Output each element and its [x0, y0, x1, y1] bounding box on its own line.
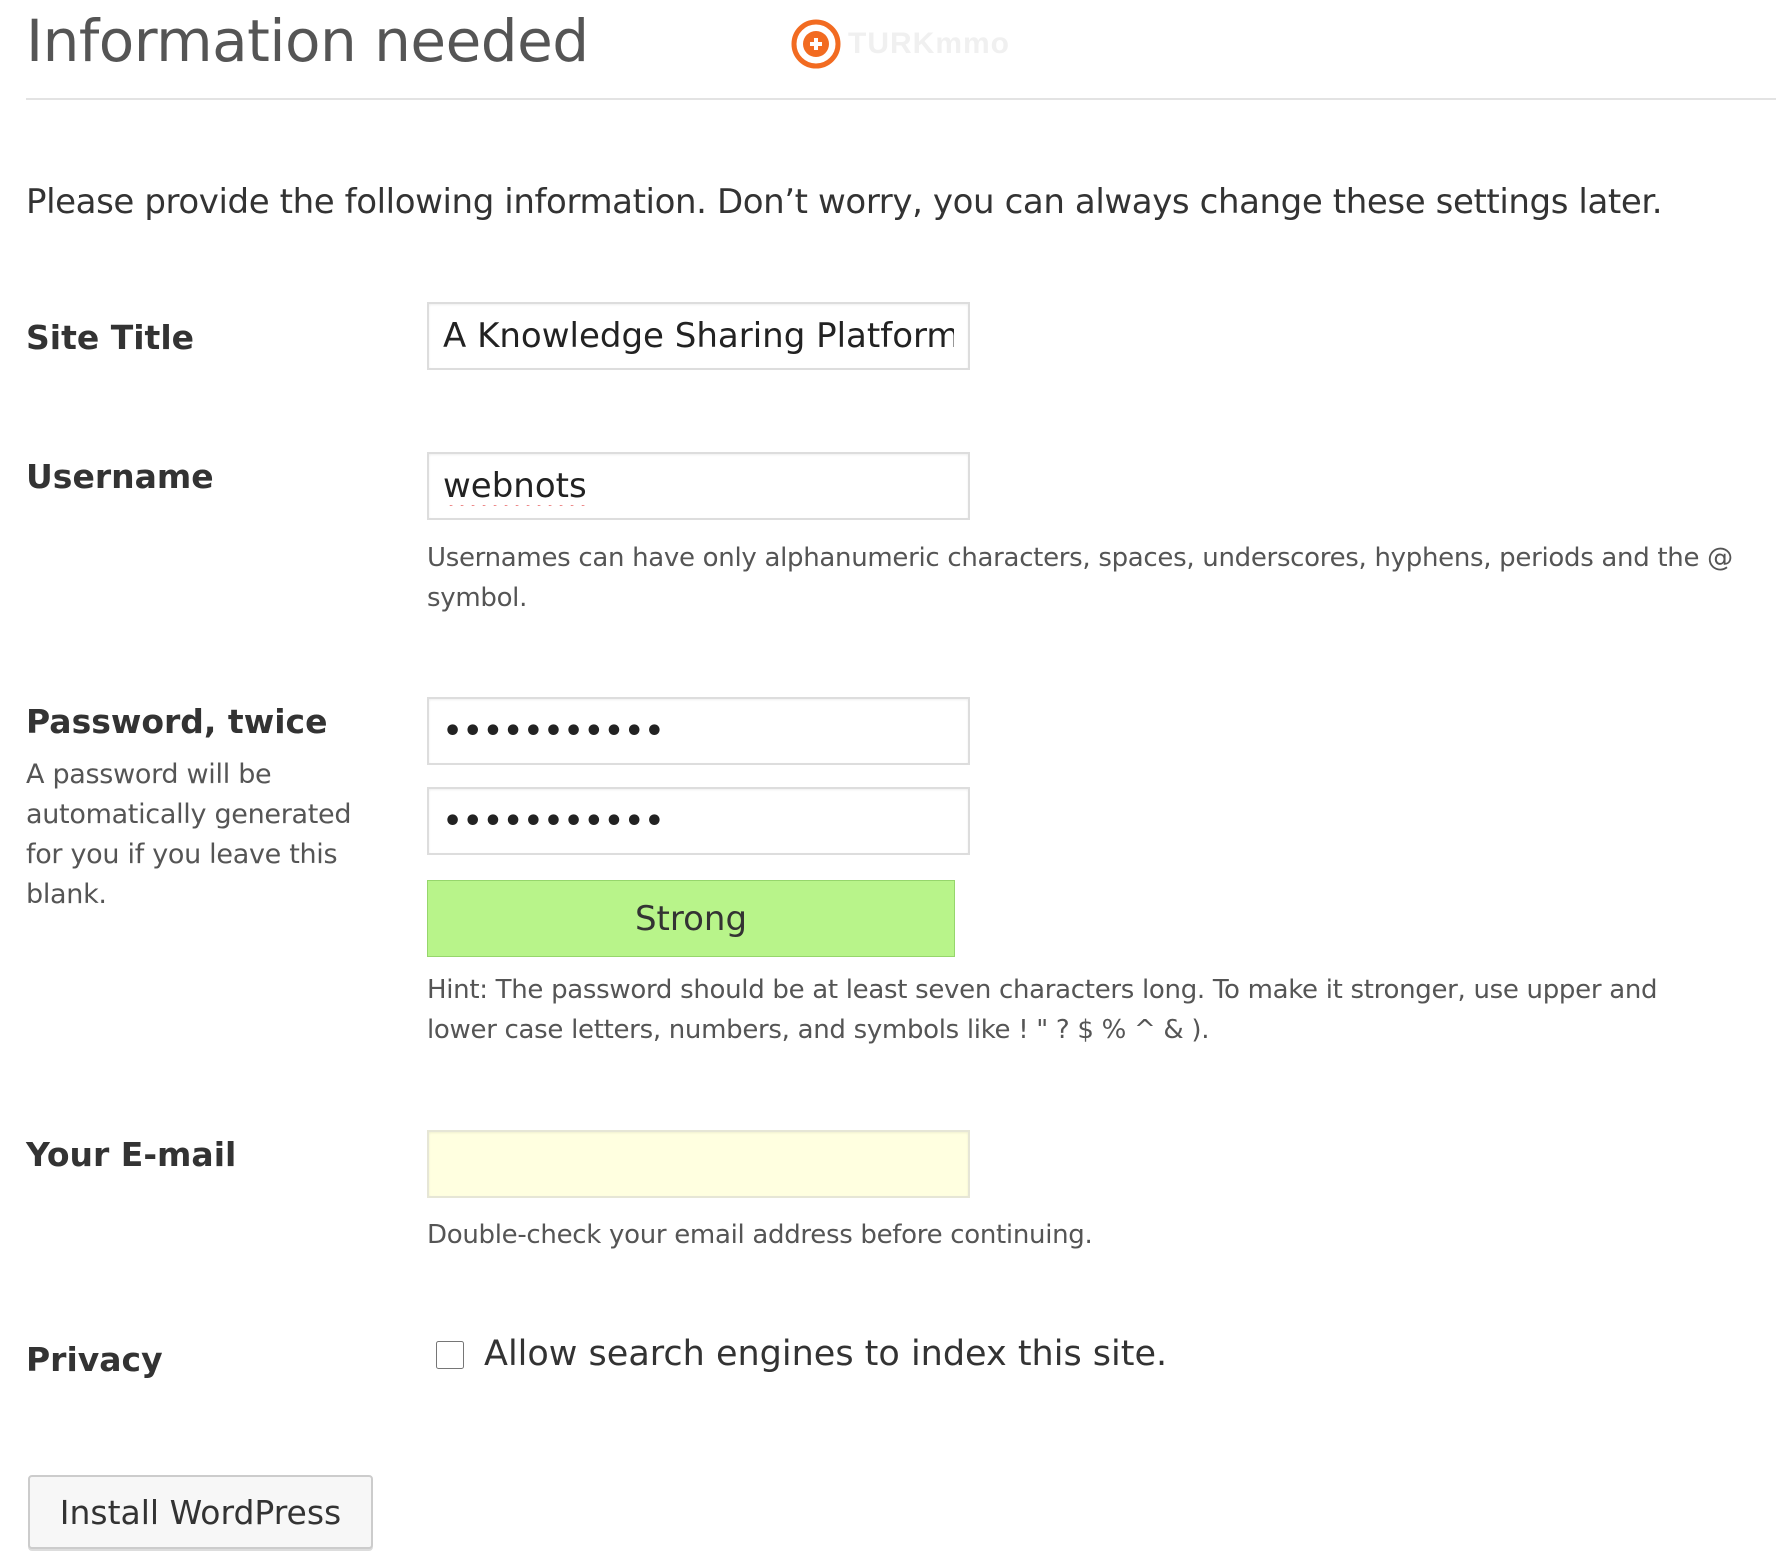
header-divider	[26, 98, 1776, 100]
password-help-text: A password will be automatically generat…	[26, 759, 352, 910]
username-help-text: Usernames can have only alphanumeric cha…	[427, 543, 1733, 613]
username-input[interactable]	[427, 452, 970, 520]
privacy-checkbox[interactable]	[436, 1341, 464, 1369]
watermark-logo: TURKmmo	[790, 16, 1010, 72]
install-wordpress-button[interactable]: Install WordPress	[28, 1475, 373, 1549]
email-help-text: Double-check your email address before c…	[427, 1220, 1093, 1250]
password-hint-text: Hint: The password should be at least se…	[427, 975, 1658, 1045]
site-title-label: Site Title	[26, 318, 195, 357]
gamepad-logo-icon	[791, 19, 841, 69]
password-strength-indicator: Strong	[427, 880, 955, 957]
password-input[interactable]	[427, 697, 970, 765]
password-label: Password, twice	[26, 702, 328, 741]
privacy-label: Privacy	[26, 1340, 163, 1379]
watermark-text: TURKmmo	[848, 27, 1010, 60]
password-confirm-input[interactable]	[427, 787, 970, 855]
email-label: Your E-mail	[26, 1135, 237, 1174]
username-label: Username	[26, 457, 214, 496]
intro-text: Please provide the following information…	[26, 182, 1663, 222]
site-title-input[interactable]	[427, 302, 970, 370]
email-input[interactable]	[427, 1130, 970, 1198]
page-title: Information needed	[26, 7, 589, 75]
privacy-checkbox-label[interactable]: Allow search engines to index this site.	[484, 1330, 1167, 1378]
